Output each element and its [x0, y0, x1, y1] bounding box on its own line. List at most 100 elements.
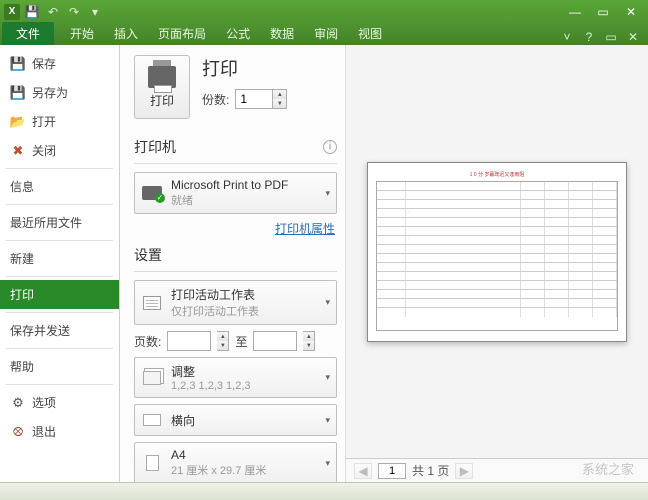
print-settings-panel: 打印 打印 份数: ▲▼ 打印机i	[120, 45, 345, 482]
pages-to-label: 至	[235, 333, 247, 350]
save-as-icon: 💾	[10, 85, 26, 101]
page-preview: 1 0 分 岁暮既迟又逢雨阻 ·· ··	[367, 162, 627, 342]
maximize-button[interactable]: ▭	[590, 3, 616, 21]
nav-label: 另存为	[32, 84, 68, 101]
nav-save[interactable]: 💾 保存	[0, 49, 119, 78]
copies-spinner[interactable]: ▲▼	[235, 89, 287, 109]
nav-close[interactable]: ✖ 关闭	[0, 136, 119, 165]
printer-section-label: 打印机	[134, 137, 176, 157]
prev-page-button[interactable]: ◀	[354, 463, 372, 479]
collate-sub: 1,2,3 1,2,3 1,2,3	[171, 380, 330, 392]
nav-label: 保存	[32, 55, 56, 72]
nav-recent[interactable]: 最近所用文件	[0, 208, 119, 237]
file-tab[interactable]: 文件	[2, 22, 54, 45]
nav-label: 信息	[10, 178, 34, 195]
nav-label: 退出	[32, 423, 56, 440]
collate-icon	[143, 371, 161, 385]
tab-home[interactable]: 开始	[60, 22, 104, 45]
nav-info[interactable]: 信息	[0, 172, 119, 201]
title-bar: X 💾 ↶ ↷ ▾ — ▭ ✕	[0, 0, 648, 23]
nav-label: 最近所用文件	[10, 214, 82, 231]
next-page-button[interactable]: ▶	[455, 463, 473, 479]
print-title: 打印	[202, 55, 337, 81]
close-file-icon: ✖	[10, 143, 26, 159]
sheet-icon	[143, 296, 161, 310]
tab-formulas[interactable]: 公式	[216, 22, 260, 45]
spin-down-icon[interactable]: ▼	[217, 341, 228, 350]
spin-up-icon[interactable]: ▲	[273, 90, 286, 99]
spin-up-icon[interactable]: ▲	[217, 332, 228, 341]
spin-up-icon[interactable]: ▲	[303, 332, 314, 341]
tab-view[interactable]: 视图	[348, 22, 392, 45]
tab-data[interactable]: 数据	[260, 22, 304, 45]
ribbon-minimize-icon[interactable]: ˅	[558, 29, 576, 45]
print-what-sub: 仅打印活动工作表	[171, 303, 330, 319]
options-icon: ⚙	[10, 395, 26, 411]
mdi-close-icon[interactable]: ✕	[624, 29, 642, 45]
paper-sub: 21 厘米 x 29.7 厘米	[171, 462, 330, 478]
nav-label: 选项	[32, 394, 56, 411]
nav-help[interactable]: 帮助	[0, 352, 119, 381]
orientation-title: 横向	[171, 412, 330, 429]
nav-label: 帮助	[10, 358, 34, 375]
nav-label: 关闭	[32, 142, 56, 159]
printer-ready-icon	[142, 186, 162, 200]
printer-properties-link[interactable]: 打印机属性	[275, 222, 335, 236]
print-button[interactable]: 打印	[134, 55, 190, 119]
tab-layout[interactable]: 页面布局	[148, 22, 216, 45]
collate-dropdown[interactable]: 调整 1,2,3 1,2,3 1,2,3	[134, 357, 337, 398]
mdi-minimize-icon[interactable]: ▭	[602, 29, 620, 45]
spin-down-icon[interactable]: ▼	[273, 99, 286, 108]
backstage: 💾 保存 💾 另存为 📂打开 ✖ 关闭 信息 最近所用文件 新建 打印 保存并发送 帮…	[0, 45, 648, 482]
nav-new[interactable]: 新建	[0, 244, 119, 273]
orientation-dropdown[interactable]: 横向	[134, 404, 337, 436]
close-button[interactable]: ✕	[618, 3, 644, 21]
printer-status: 就绪	[171, 192, 330, 208]
orientation-icon	[143, 414, 161, 426]
qat-save-icon[interactable]: 💾	[23, 3, 41, 21]
save-icon: 💾	[10, 56, 26, 72]
help-icon[interactable]: ?	[580, 29, 598, 45]
backstage-nav: 💾 保存 💾 另存为 📂打开 ✖ 关闭 信息 最近所用文件 新建 打印 保存并发送 帮…	[0, 45, 120, 482]
print-preview-panel: 1 0 分 岁暮既迟又逢雨阻 ·· ··	[345, 45, 648, 482]
paper-dropdown[interactable]: A4 21 厘米 x 29.7 厘米	[134, 442, 337, 482]
print-what-title: 打印活动工作表	[171, 286, 330, 303]
nav-label: 打开	[32, 113, 56, 130]
spin-down-icon[interactable]: ▼	[303, 341, 314, 350]
nav-options[interactable]: ⚙ 选项	[0, 388, 119, 417]
app-icon: X	[4, 4, 20, 20]
qat-customize-icon[interactable]: ▾	[86, 3, 104, 21]
nav-save-as[interactable]: 💾 另存为	[0, 78, 119, 107]
paper-icon	[146, 455, 159, 471]
settings-section-label: 设置	[134, 245, 162, 265]
qat-undo-icon[interactable]: ↶	[44, 3, 62, 21]
preview-doc-title: 1 0 分 岁暮既迟又逢雨阻	[376, 171, 618, 178]
ribbon-tabs: 文件 开始 插入 页面布局 公式 数据 审阅 视图 ˅ ? ▭ ✕	[0, 23, 648, 45]
collate-title: 调整	[171, 363, 330, 380]
qat-redo-icon[interactable]: ↷	[65, 3, 83, 21]
tab-review[interactable]: 审阅	[304, 22, 348, 45]
print-what-dropdown[interactable]: 打印活动工作表 仅打印活动工作表	[134, 280, 337, 325]
status-bar	[0, 482, 648, 500]
tab-insert[interactable]: 插入	[104, 22, 148, 45]
nav-open[interactable]: 📂打开	[0, 107, 119, 136]
info-icon[interactable]: i	[323, 140, 337, 154]
nav-label: 新建	[10, 250, 34, 267]
exit-icon: ⮾	[10, 424, 26, 440]
nav-print[interactable]: 打印	[0, 280, 119, 309]
nav-exit[interactable]: ⮾ 退出	[0, 417, 119, 446]
page-of-label: 共 1 页	[412, 462, 449, 479]
minimize-button[interactable]: —	[562, 3, 588, 21]
paper-title: A4	[171, 448, 330, 462]
watermark: 系统之家	[582, 459, 634, 478]
printer-name: Microsoft Print to PDF	[171, 178, 330, 192]
nav-save-send[interactable]: 保存并发送	[0, 316, 119, 345]
nav-label: 保存并发送	[10, 322, 70, 339]
page-from-input[interactable]	[167, 331, 211, 351]
printer-dropdown[interactable]: Microsoft Print to PDF 就绪	[134, 172, 337, 214]
printer-icon	[148, 66, 176, 88]
copies-input[interactable]	[236, 90, 272, 108]
pages-label: 页数:	[134, 333, 161, 350]
page-to-input[interactable]	[253, 331, 297, 351]
current-page-input[interactable]	[378, 463, 406, 479]
